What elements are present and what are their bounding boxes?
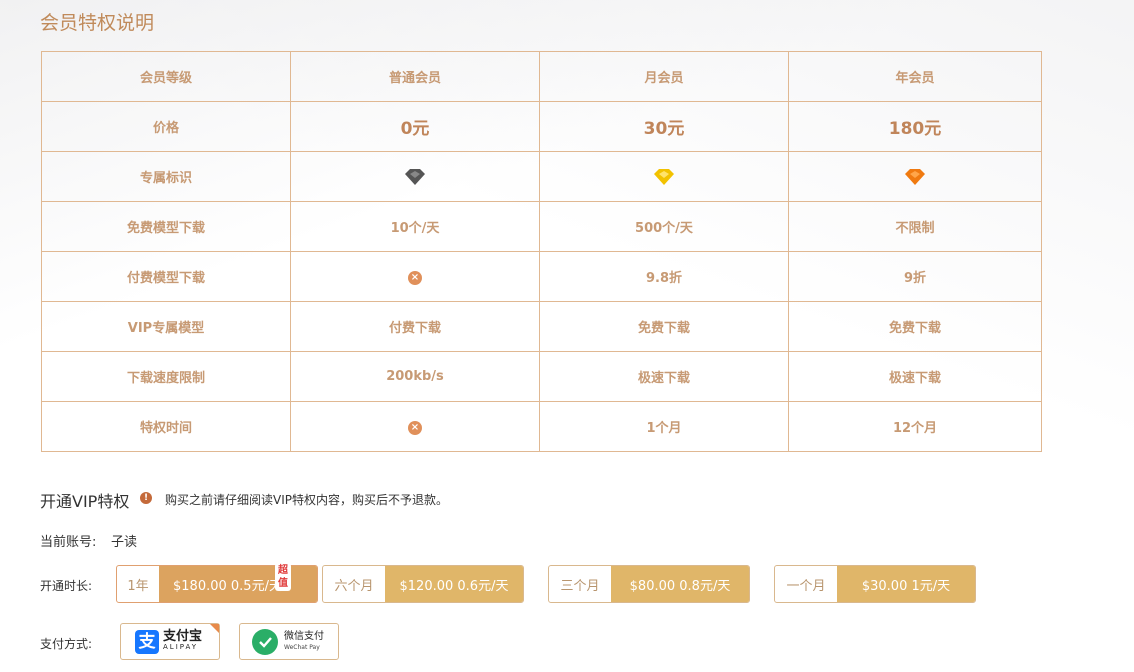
gray-diamond-icon xyxy=(405,168,425,185)
wechat-icon xyxy=(252,628,278,655)
table-row: 付费模型下载 × 9.8折 9折 xyxy=(41,251,1042,302)
row-label: VIP专属模型 xyxy=(41,301,291,352)
orange-diamond-icon xyxy=(905,168,925,185)
alipay-label: 支付宝 xyxy=(163,628,203,644)
open-vip-title: 开通VIP特权 xyxy=(40,492,130,511)
price-cell: 180元 xyxy=(788,101,1042,152)
x-circle-icon: × xyxy=(408,270,422,285)
table-cell: 不限制 xyxy=(788,201,1042,252)
table-row: 专属标识 xyxy=(41,151,1042,202)
wechat-label: 微信支付 xyxy=(284,630,324,642)
wechat-pay-button[interactable]: 微信支付 WeChat Pay xyxy=(239,623,339,660)
table-row: 价格 0元 30元 180元 xyxy=(41,101,1042,152)
account-value: 子读 xyxy=(111,535,138,550)
table-cell xyxy=(788,151,1042,202)
warning-text: 购买之前请仔细阅读VIP特权内容，购买后不予退款。 xyxy=(165,493,448,507)
x-circle-icon: × xyxy=(408,420,422,435)
table-row: 免费模型下载 10个/天 500个/天 不限制 xyxy=(41,201,1042,252)
table-cell: 200kb/s xyxy=(290,351,540,402)
table-cell xyxy=(539,151,789,202)
plan-3-months[interactable]: 三个月 $80.00 0.8元/天 xyxy=(548,565,750,603)
table-cell: × xyxy=(290,401,540,452)
row-label: 专属标识 xyxy=(41,151,291,202)
table-cell: 极速下载 xyxy=(539,351,789,402)
table-cell: 12个月 xyxy=(788,401,1042,452)
alipay-sublabel: ALIPAY xyxy=(163,642,199,651)
plan-price: $180.00 0.5元/天 xyxy=(159,566,317,602)
table-cell xyxy=(290,151,540,202)
plan-name: 六个月 xyxy=(334,578,374,594)
table-cell: 普通会员 xyxy=(290,51,540,102)
table-cell: 付费下载 xyxy=(290,301,540,352)
privilege-table: 会员等级 普通会员 月会员 年会员 价格 0元 30元 180元 专属标识 免费… xyxy=(41,51,1042,452)
best-value-badge: 超值 xyxy=(275,563,291,591)
alipay-button[interactable]: 支 支付宝 ALIPAY xyxy=(120,623,220,660)
table-cell: 月会员 xyxy=(539,51,789,102)
alipay-icon: 支 xyxy=(135,629,159,654)
table-cell: 9.8折 xyxy=(539,251,789,302)
price-cell: 30元 xyxy=(539,101,789,152)
section-title: 会员特权说明 xyxy=(40,12,155,34)
table-cell: 500个/天 xyxy=(539,201,789,252)
plan-price: $80.00 0.8元/天 xyxy=(611,566,749,602)
price-cell: 0元 xyxy=(290,101,540,152)
table-cell: × xyxy=(290,251,540,302)
table-cell: 9折 xyxy=(788,251,1042,302)
table-row: VIP专属模型 付费下载 免费下载 免费下载 xyxy=(41,301,1042,352)
account-label: 当前账号: xyxy=(40,535,97,550)
row-label: 会员等级 xyxy=(41,51,291,102)
table-cell: 年会员 xyxy=(788,51,1042,102)
plan-price: $30.00 1元/天 xyxy=(837,566,975,602)
plan-price: $120.00 0.6元/天 xyxy=(385,566,523,602)
plan-name: 1年 xyxy=(127,578,149,594)
row-label: 下载速度限制 xyxy=(41,351,291,402)
plan-name: 一个月 xyxy=(786,578,826,594)
table-cell: 免费下载 xyxy=(788,301,1042,352)
table-cell: 10个/天 xyxy=(290,201,540,252)
plan-6-months[interactable]: 六个月 $120.00 0.6元/天 xyxy=(322,565,524,603)
table-row: 会员等级 普通会员 月会员 年会员 xyxy=(41,51,1042,102)
table-cell: 免费下载 xyxy=(539,301,789,352)
payment-label: 支付方式: xyxy=(40,637,93,651)
row-label: 特权时间 xyxy=(41,401,291,452)
table-cell: 极速下载 xyxy=(788,351,1042,402)
row-label: 免费模型下载 xyxy=(41,201,291,252)
plan-1-month[interactable]: 一个月 $30.00 1元/天 xyxy=(774,565,976,603)
row-label: 付费模型下载 xyxy=(41,251,291,302)
row-label: 价格 xyxy=(41,101,291,152)
table-row: 特权时间 × 1个月 12个月 xyxy=(41,401,1042,452)
yellow-diamond-icon xyxy=(654,168,674,185)
plan-name: 三个月 xyxy=(560,578,600,594)
duration-label: 开通时长: xyxy=(40,579,93,593)
warning-icon: ! xyxy=(140,492,152,504)
table-cell: 1个月 xyxy=(539,401,789,452)
wechat-sublabel: WeChat Pay xyxy=(284,643,320,651)
table-row: 下载速度限制 200kb/s 极速下载 极速下载 xyxy=(41,351,1042,402)
